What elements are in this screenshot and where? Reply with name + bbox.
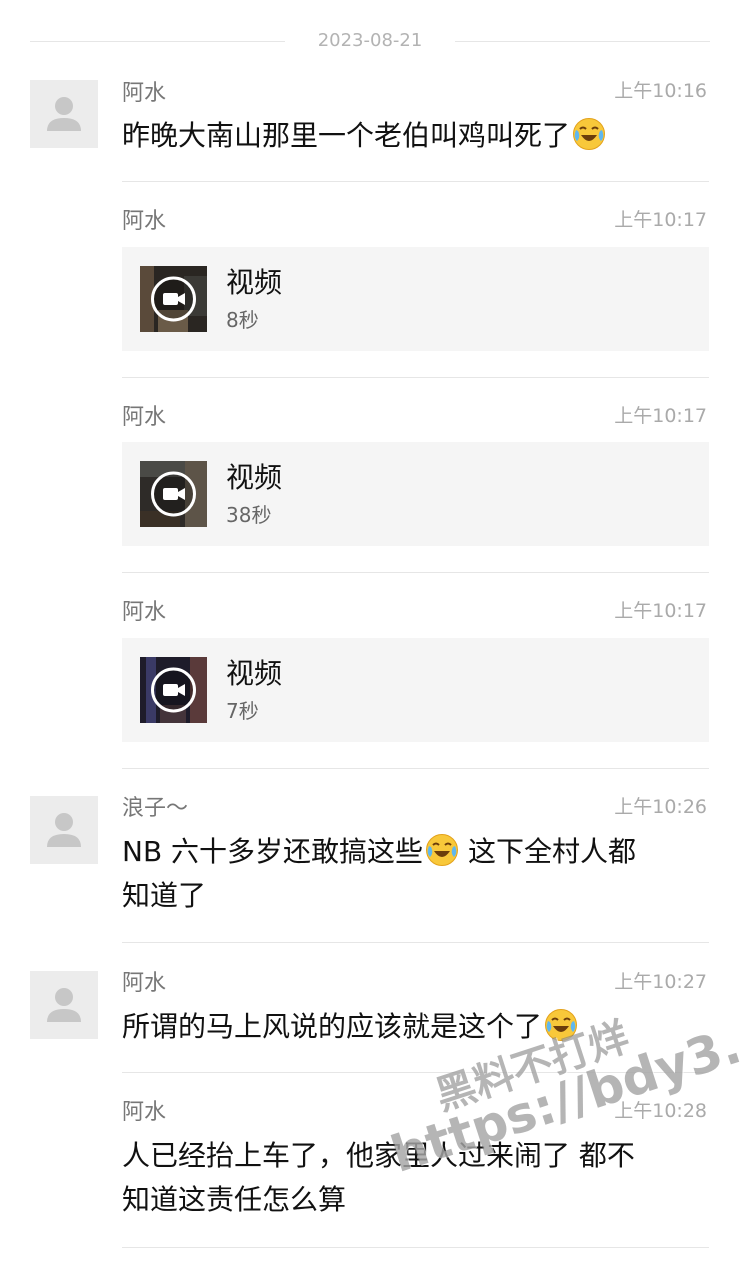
message-text-content: 昨晚大南山那里一个老伯叫鸡叫死了 <box>122 119 571 152</box>
video-thumbnail[interactable] <box>140 657 207 723</box>
message-text-content: 这下全村人都 <box>459 835 636 868</box>
video-duration: 38秒 <box>226 503 272 527</box>
video-duration: 7秒 <box>226 699 259 723</box>
sender-name[interactable]: 阿水 <box>122 405 166 431</box>
timestamp: 上午10:17 <box>614 209 707 231</box>
message-text-content: 人已经抬上车了，他家里人过来闹了 都不 <box>122 1139 635 1172</box>
video-label: 视频 <box>226 266 283 299</box>
video-label: 视频 <box>226 657 283 690</box>
timestamp: 上午10:17 <box>614 600 707 622</box>
video-thumbnail[interactable] <box>140 266 207 332</box>
video-duration: 8秒 <box>226 308 259 332</box>
message-item-partial[interactable] <box>0 1270 740 1280</box>
date-divider-right <box>455 41 710 42</box>
timestamp: 上午10:26 <box>614 796 707 818</box>
message-text-content: 知道这责任怎么算 <box>122 1183 347 1216</box>
sender-name[interactable]: 阿水 <box>122 600 166 626</box>
video-card[interactable]: 视频 8秒 <box>122 247 709 351</box>
message-divider <box>122 1247 709 1248</box>
video-card[interactable]: 视频 7秒 <box>122 638 709 742</box>
message-text-content: 所谓的马上风说的应该就是这个了 <box>122 1010 543 1043</box>
timestamp: 上午10:16 <box>614 80 707 102</box>
timestamp: 上午10:17 <box>614 405 707 427</box>
avatar[interactable] <box>30 80 98 148</box>
message-divider <box>122 572 709 573</box>
sender-name[interactable]: 阿水 <box>122 81 166 107</box>
sender-name[interactable]: 阿水 <box>122 971 166 997</box>
face-with-tears-of-joy-icon <box>425 833 459 867</box>
message-text: 昨晚大南山那里一个老伯叫鸡叫死了 <box>122 114 712 158</box>
video-label: 视频 <box>226 461 283 494</box>
date-separator: 2023-08-21 <box>30 28 710 56</box>
sender-name[interactable]: 阿水 <box>122 209 166 235</box>
timestamp: 上午10:27 <box>614 971 707 993</box>
message-divider <box>122 942 709 943</box>
video-thumbnail[interactable] <box>140 461 207 527</box>
message-text-content: 知道了 <box>122 879 207 912</box>
video-card[interactable]: 视频 38秒 <box>122 442 709 546</box>
message-text: NB 六十多岁还敢搞这些 这下全村人都知道了 <box>122 830 712 918</box>
default-avatar-icon <box>47 97 81 131</box>
message-text-content: NB 六十多岁还敢搞这些 <box>122 835 424 868</box>
message-divider <box>122 181 709 182</box>
sender-name[interactable]: 阿水 <box>122 1100 166 1126</box>
message-divider <box>122 768 709 769</box>
avatar[interactable] <box>30 796 98 864</box>
sender-name[interactable]: 浪子～ <box>122 796 188 822</box>
message-divider <box>122 377 709 378</box>
avatar[interactable] <box>30 971 98 1039</box>
default-avatar-icon <box>47 988 81 1022</box>
face-with-tears-of-joy-icon <box>572 117 606 151</box>
default-avatar-icon <box>47 813 81 847</box>
